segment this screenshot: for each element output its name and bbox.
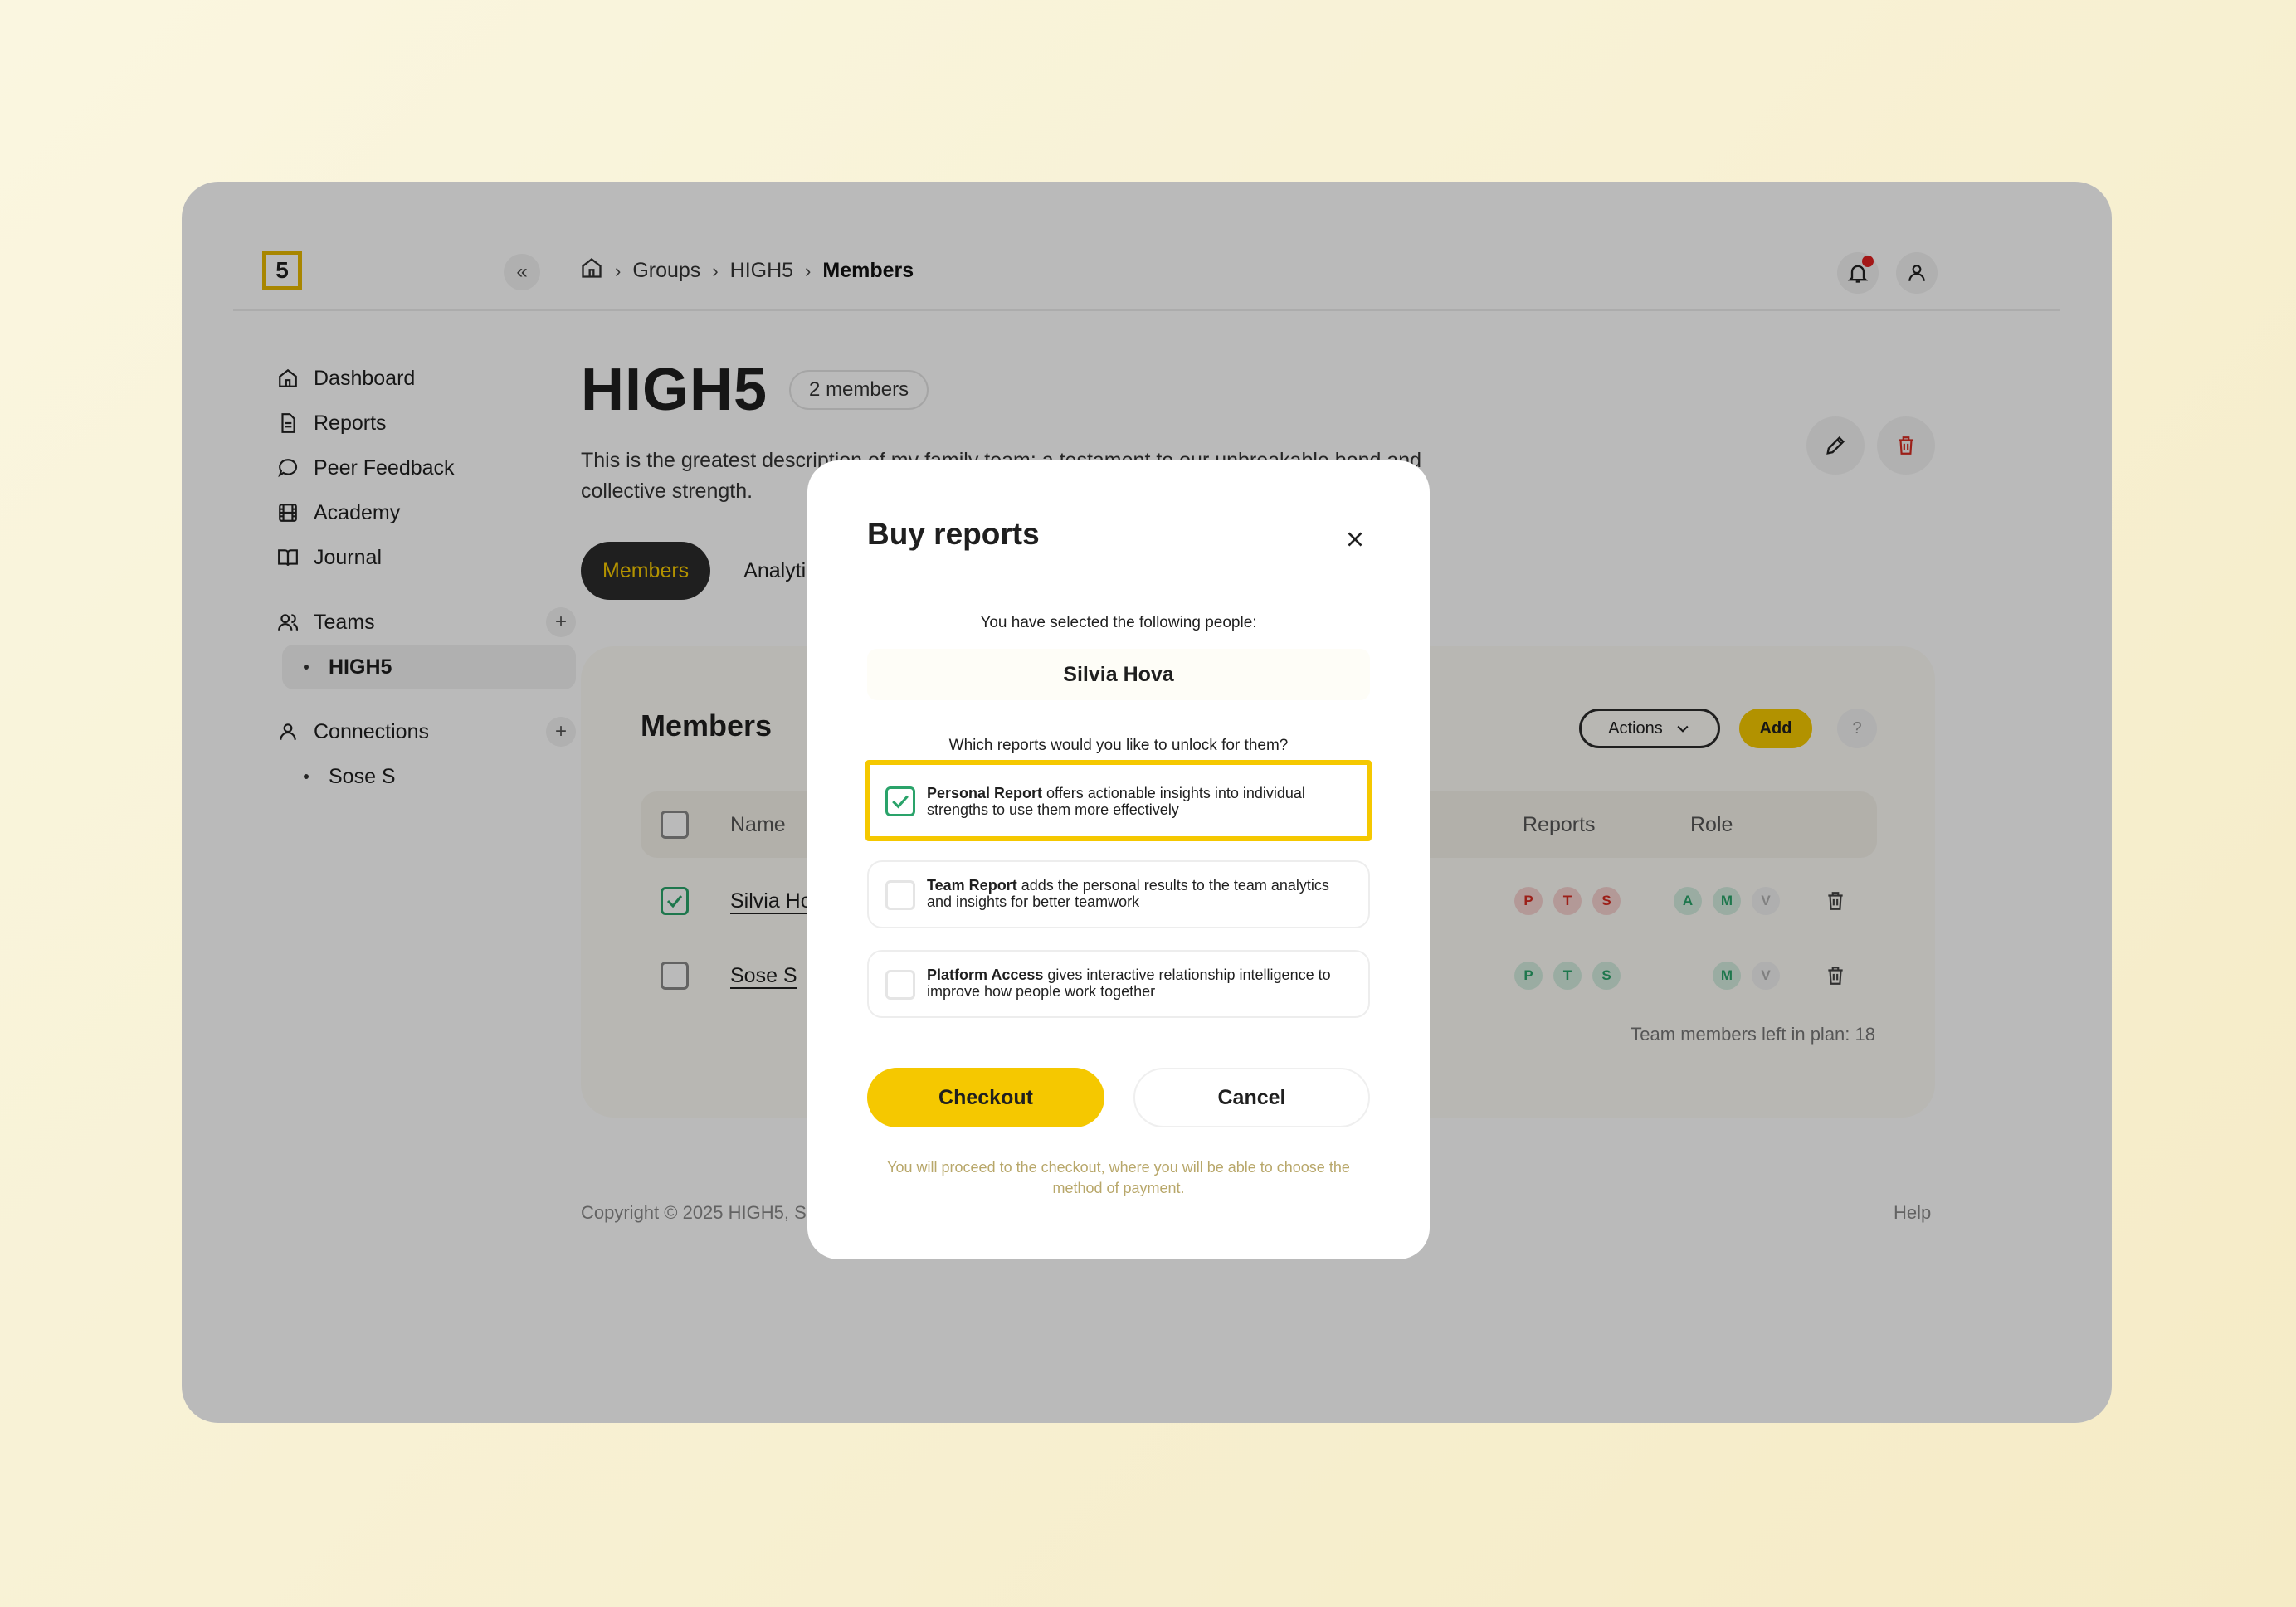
- option-title: Personal Report: [927, 785, 1043, 801]
- report-question-text: Which reports would you like to unlock f…: [948, 737, 1289, 754]
- close-icon: [1348, 532, 1362, 547]
- selected-intro-text: You have selected the following people:: [980, 614, 1257, 631]
- cancel-button[interactable]: Cancel: [1133, 1068, 1370, 1127]
- option-title: Platform Access: [927, 967, 1044, 983]
- platform-access-checkbox[interactable]: [885, 970, 915, 1000]
- option-team-report[interactable]: Team Report adds the personal results to…: [867, 860, 1370, 928]
- team-report-checkbox[interactable]: [885, 880, 915, 910]
- personal-report-checkbox[interactable]: [885, 786, 915, 816]
- option-title: Team Report: [927, 877, 1017, 894]
- option-personal-report[interactable]: Personal Report offers actionable insigh…: [865, 760, 1372, 841]
- modal-title: Buy reports: [867, 517, 1040, 551]
- close-modal-button[interactable]: [1338, 523, 1372, 556]
- selected-person: Silvia Hova: [867, 649, 1370, 700]
- option-platform-access[interactable]: Platform Access gives interactive relati…: [867, 950, 1370, 1018]
- checkout-note: You will proceed to the checkout, where …: [887, 1159, 1350, 1196]
- checkout-button[interactable]: Checkout: [867, 1068, 1104, 1127]
- buy-reports-modal: Buy reports You have selected the follow…: [807, 460, 1430, 1259]
- check-icon: [892, 795, 909, 809]
